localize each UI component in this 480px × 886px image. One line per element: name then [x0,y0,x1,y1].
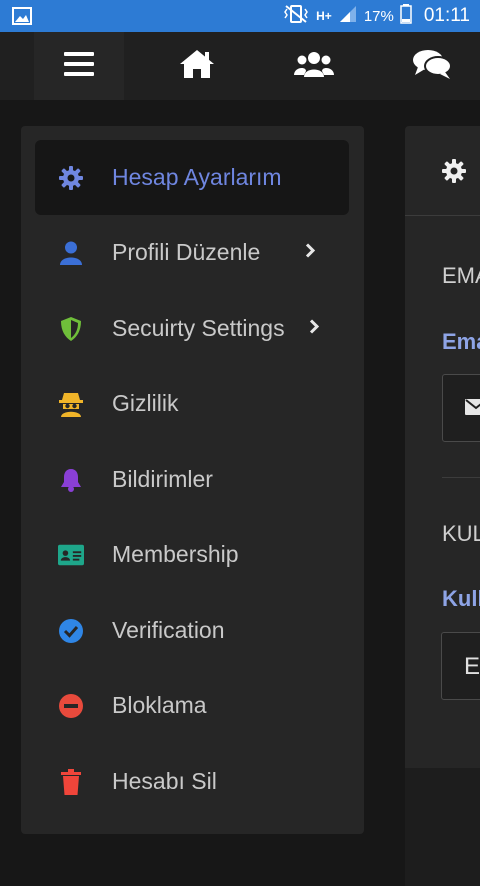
username-label: Kull [442,586,480,611]
trash-icon [58,768,84,795]
menu-button[interactable] [34,32,124,100]
sidebar-item-label: Profili Düzenle [112,239,261,265]
sidebar-item-membership[interactable]: Membership [35,517,349,592]
settings-sidebar: Hesap Ayarlarım Profili Düzenle Secuirty… [21,126,364,834]
gear-icon [442,159,466,188]
block-icon [58,693,84,719]
sidebar-item-account-settings[interactable]: Hesap Ayarlarım [35,140,349,215]
menu-icon [64,51,94,82]
email-input[interactable] [442,374,480,442]
sidebar-item-edit-profile[interactable]: Profili Düzenle [35,215,349,290]
sidebar-item-label: Hesabı Sil [112,768,217,794]
chevron-right-icon [305,242,316,263]
sidebar-item-delete-account[interactable]: Hesabı Sil [35,744,349,819]
spy-icon [58,391,84,417]
id-card-icon [58,542,84,568]
signal-icon [338,4,358,28]
chevron-right-icon [309,318,320,339]
shield-icon [58,316,84,342]
check-circle-icon [58,618,84,644]
messages-button[interactable] [387,32,477,100]
email-section-heading: EMA [442,263,480,288]
sidebar-item-label: Bloklama [112,692,207,718]
chat-icon [412,48,452,85]
sidebar-item-label: Gizlilik [112,390,179,416]
top-nav [0,32,480,100]
gallery-icon [12,7,32,30]
network-type: H+ [316,9,332,23]
sidebar-item-label: Hesap Ayarlarım [112,164,282,190]
users-icon [293,50,335,83]
divider [442,477,480,478]
sidebar-item-label: Bildirimler [112,466,213,492]
username-input[interactable]: E [441,632,480,700]
email-label: Ema [442,329,480,354]
divider [405,215,480,216]
status-bar: H+ 17% 01:11 [0,0,480,32]
battery-percent: 17% [363,7,394,25]
sidebar-item-label: Secuirty Settings [112,315,285,341]
home-button[interactable] [152,32,242,100]
clock: 01:11 [423,5,470,26]
sidebar-item-blocking[interactable]: Bloklama [35,668,349,743]
sidebar-item-label: Verification [112,617,225,643]
battery-icon [400,4,412,28]
username-section-heading: KUL [442,521,480,546]
gear-icon [58,165,84,191]
sidebar-item-privacy[interactable]: Gizlilik [35,366,349,441]
sidebar-item-notifications[interactable]: Bildirimler [35,442,349,517]
envelope-icon [465,399,480,420]
vibrate-icon [282,4,310,28]
content-panel: EMA Ema KUL Kull E [405,126,480,886]
sidebar-item-label: Membership [112,541,239,567]
sidebar-item-verification[interactable]: Verification [35,593,349,668]
bell-icon [58,467,84,493]
sidebar-item-security-settings[interactable]: Secuirty Settings [35,291,349,366]
home-icon [178,48,216,85]
user-icon [58,240,84,266]
friends-button[interactable] [269,32,359,100]
username-value: E [464,653,480,680]
panel-footer [405,768,480,886]
